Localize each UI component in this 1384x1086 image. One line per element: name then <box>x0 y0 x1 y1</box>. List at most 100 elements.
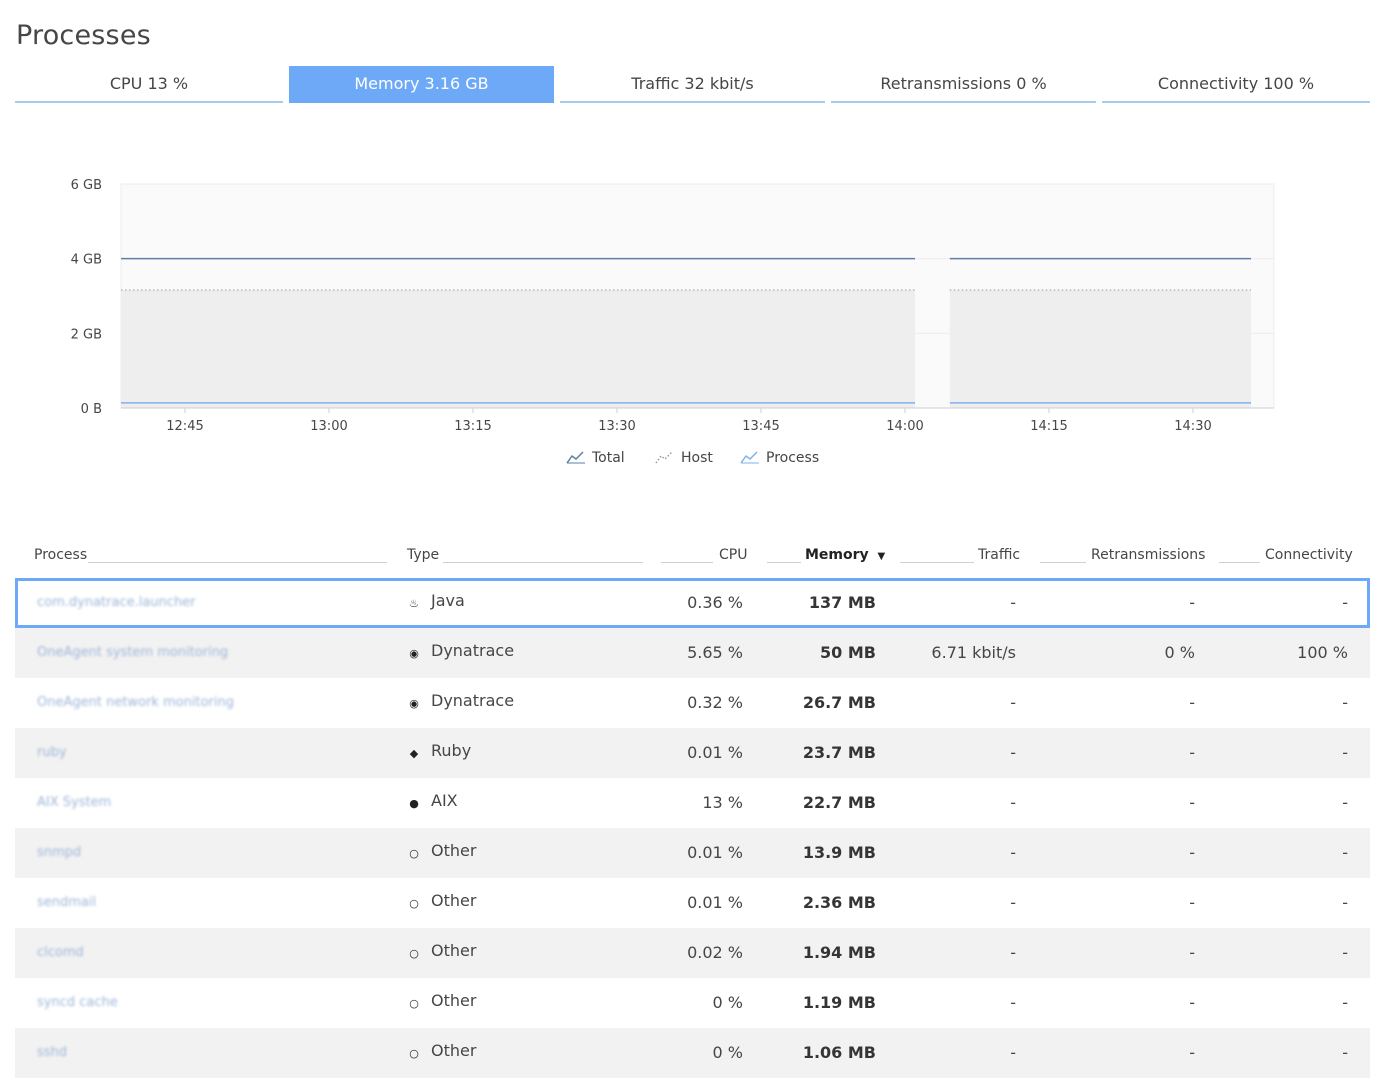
process-name[interactable]: OneAgent system monitoring <box>37 628 228 678</box>
other-process-icon: ○ <box>409 997 419 1010</box>
process-name[interactable]: ruby <box>37 728 67 778</box>
retransmissions-value: - <box>1189 693 1195 712</box>
process-type: ◆ Ruby <box>407 728 471 778</box>
traffic-value: - <box>1010 593 1016 612</box>
process-type-label: Other <box>431 841 477 860</box>
traffic-value: - <box>1010 943 1016 962</box>
process-type-label: Other <box>431 1041 477 1060</box>
connectivity-value: 100 % <box>1297 643 1348 662</box>
cpu-value: 0.32 % <box>687 693 743 712</box>
x-tick-label: 13:30 <box>598 419 635 434</box>
legend-host[interactable]: Host <box>655 450 713 466</box>
process-name[interactable]: AIX System <box>37 778 111 828</box>
table-row[interactable]: ruby ◆ Ruby 0.01 % 23.7 MB - - - <box>15 728 1370 778</box>
memory-value: 26.7 MB <box>802 693 876 712</box>
memory-value: 50 MB <box>820 643 876 662</box>
connectivity-value: - <box>1342 943 1348 962</box>
legend-process-label: Process <box>766 450 820 466</box>
process-name[interactable]: clcomd <box>37 928 84 978</box>
table-row[interactable]: AIX System ● AIX 13 % 22.7 MB - - - <box>15 778 1370 828</box>
process-type: ○ Other <box>407 828 476 878</box>
column-connectivity[interactable]: Connectivity <box>1265 547 1353 563</box>
table-row[interactable]: snmpd ○ Other 0.01 % 13.9 MB - - - <box>15 828 1370 878</box>
legend-process[interactable]: Process <box>740 450 819 466</box>
connectivity-value: - <box>1342 593 1348 612</box>
table-row[interactable]: OneAgent system monitoring ◉ Dynatrace 5.65… <box>15 628 1370 678</box>
table-row[interactable]: OneAgent network monitoring ◉ Dynatrace 0.3… <box>15 678 1370 728</box>
other-process-icon: ○ <box>409 1047 419 1060</box>
retransmissions-value: - <box>1189 843 1195 862</box>
retransmissions-value: - <box>1189 1043 1195 1062</box>
host-area <box>949 290 1251 408</box>
table-row[interactable]: sendmail ○ Other 0.01 % 2.36 MB - - - <box>15 878 1370 928</box>
process-type-label: Ruby <box>431 741 472 760</box>
cpu-value: 0.02 % <box>687 943 743 962</box>
retransmissions-value: - <box>1189 593 1195 612</box>
process-type-label: Java <box>431 591 465 610</box>
column-retransmissions[interactable]: Retransmissions <box>1091 547 1205 563</box>
table-row[interactable]: sshd ○ Other 0 % 1.06 MB - - - <box>15 1028 1370 1078</box>
retransmissions-value: 0 % <box>1164 643 1195 662</box>
process-type-label: Other <box>431 891 477 910</box>
header-divider <box>443 562 643 563</box>
memory-value: 22.7 MB <box>802 793 876 812</box>
x-tick-label: 13:15 <box>454 419 491 434</box>
legend-total[interactable]: Total <box>566 450 625 466</box>
y-tick-label: 4 GB <box>71 253 102 268</box>
process-name[interactable]: sshd <box>37 1028 67 1078</box>
connectivity-value: - <box>1342 993 1348 1012</box>
connectivity-value: - <box>1342 1043 1348 1062</box>
retransmissions-value: - <box>1189 743 1195 762</box>
process-type: ○ Other <box>407 1028 476 1078</box>
x-tick-label: 14:15 <box>1030 419 1067 434</box>
tab-retransmissions[interactable]: Retransmissions 0 % <box>831 66 1096 103</box>
column-process[interactable]: Process <box>34 547 87 563</box>
memory-value: 13.9 MB <box>802 843 876 862</box>
y-tick-label: 2 GB <box>71 327 102 342</box>
table-row[interactable]: clcomd ○ Other 0.02 % 1.94 MB - - - <box>15 928 1370 978</box>
table-row[interactable]: syncd cache ○ Other 0 % 1.19 MB - - - <box>15 978 1370 1028</box>
aix-icon: ● <box>409 797 419 810</box>
process-table: Process Type CPU Memory ▼ Traffic Retran… <box>15 545 1370 1078</box>
connectivity-value: - <box>1342 793 1348 812</box>
tab-connectivity[interactable]: Connectivity 100 % <box>1102 66 1370 103</box>
process-type: ◉ Dynatrace <box>407 628 514 678</box>
process-name[interactable]: OneAgent network monitoring <box>37 678 234 728</box>
column-traffic-label: Traffic <box>978 547 1021 563</box>
column-memory[interactable]: Memory ▼ <box>805 547 885 563</box>
process-type-label: AIX <box>431 791 458 810</box>
tab-traffic[interactable]: Traffic 32 kbit/s <box>560 66 825 103</box>
x-tick-label: 14:30 <box>1174 419 1211 434</box>
retransmissions-value: - <box>1189 993 1195 1012</box>
column-cpu[interactable]: CPU <box>719 547 747 563</box>
header-divider <box>88 562 387 563</box>
tab-cpu[interactable]: CPU 13 % <box>15 66 283 103</box>
x-tick-label: 14:00 <box>886 419 923 434</box>
ruby-icon: ◆ <box>409 747 419 760</box>
process-type: ◉ Dynatrace <box>407 678 514 728</box>
tab-memory[interactable]: Memory 3.16 GB <box>289 66 554 103</box>
process-name[interactable]: snmpd <box>37 828 81 878</box>
legend-host-label: Host <box>681 450 713 466</box>
y-tick-label: 0 B <box>81 402 102 417</box>
connectivity-value: - <box>1342 693 1348 712</box>
column-traffic[interactable]: Traffic <box>978 547 1020 563</box>
header-divider <box>900 562 974 563</box>
column-connectivity-label: Connectivity <box>1265 547 1353 563</box>
host-area <box>121 290 915 408</box>
process-name[interactable]: syncd cache <box>37 978 118 1028</box>
x-tick-label: 12:45 <box>166 419 203 434</box>
process-type: ○ Other <box>407 878 476 928</box>
process-type: ♨ Java <box>407 578 465 628</box>
cpu-value: 0.01 % <box>687 743 743 762</box>
process-name[interactable]: sendmail <box>37 878 96 928</box>
process-type: ● AIX <box>407 778 458 828</box>
table-row[interactable]: com.dynatrace.launcher ♨ Java 0.36 % 137 MB -… <box>15 578 1370 628</box>
process-type: ○ Other <box>407 928 476 978</box>
dotted-line-chart-icon <box>655 451 673 464</box>
column-type[interactable]: Type <box>407 547 439 563</box>
traffic-value: - <box>1010 793 1016 812</box>
traffic-value: - <box>1010 843 1016 862</box>
cpu-value: 13 % <box>702 793 743 812</box>
process-name[interactable]: com.dynatrace.launcher <box>37 578 196 628</box>
